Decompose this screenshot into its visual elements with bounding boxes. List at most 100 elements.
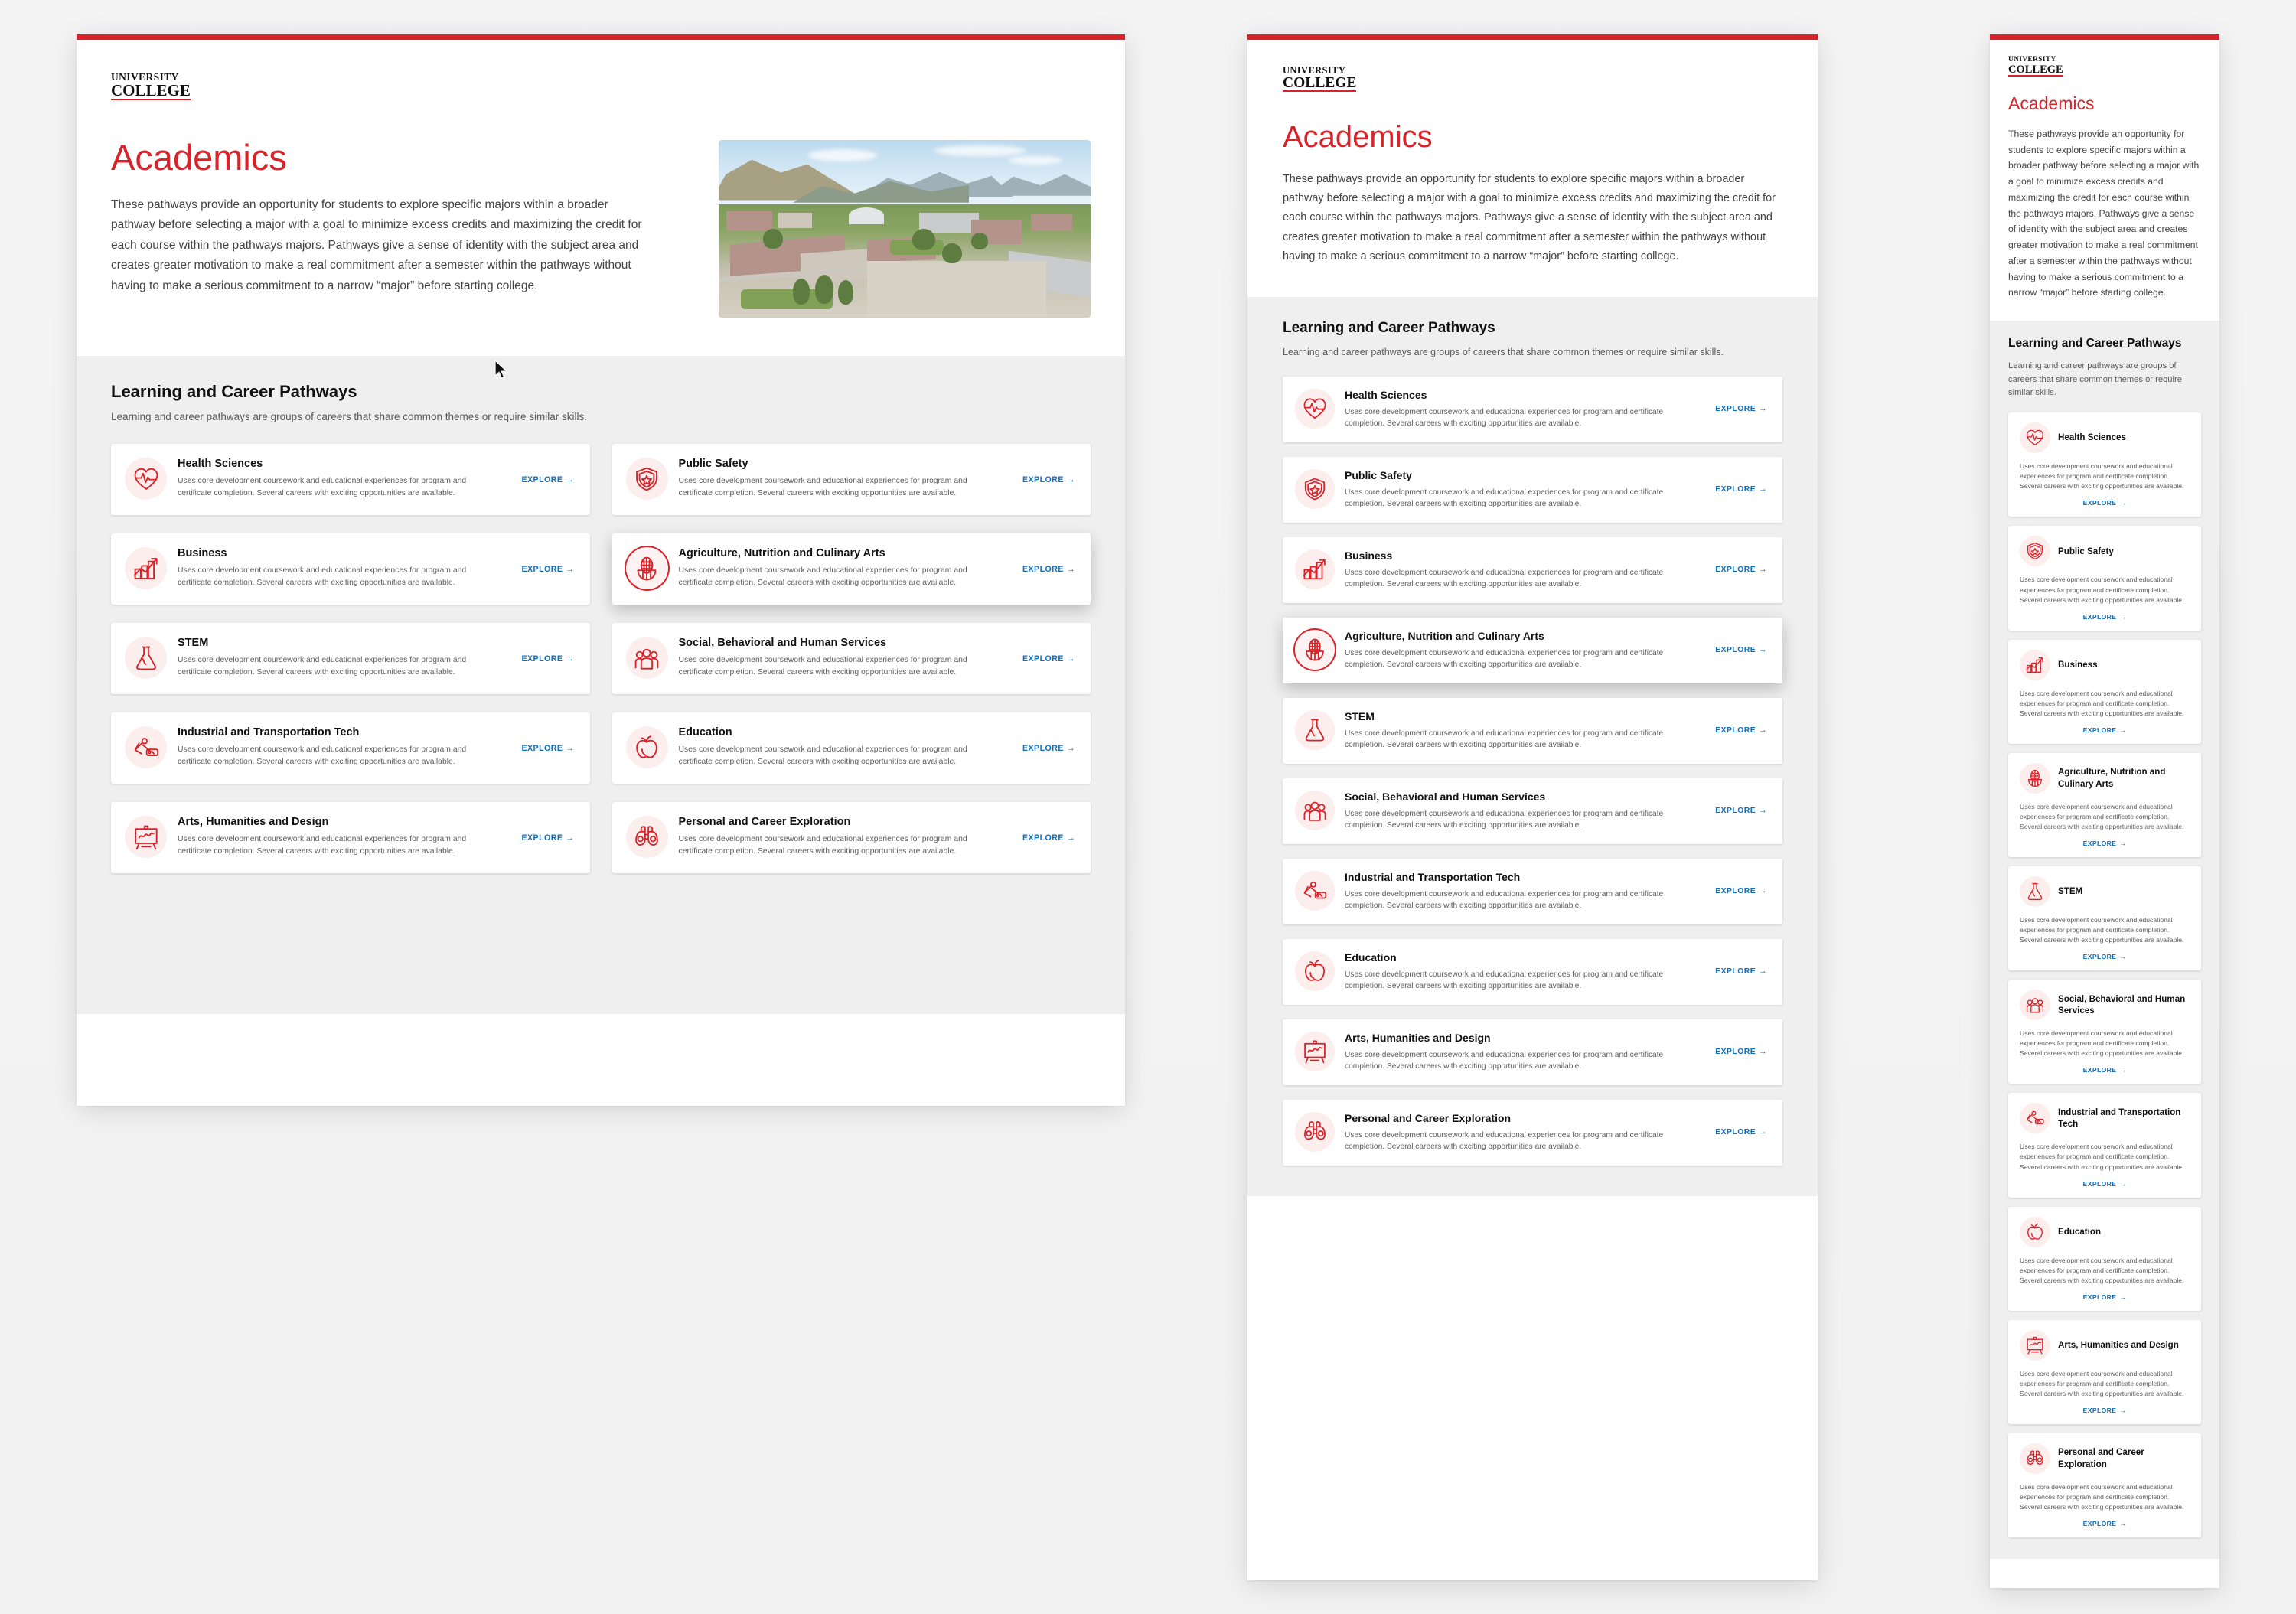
- arrow-right-icon: →: [2119, 840, 2127, 848]
- pathway-card[interactable]: Personal and Career Exploration Uses core…: [2008, 1433, 2201, 1538]
- explore-link[interactable]: EXPLORE →: [1715, 1128, 1767, 1136]
- pathway-card[interactable]: Industrial and Transportation Tech Uses c…: [1283, 858, 1782, 924]
- pathway-card-body: Industrial and Transportation Tech Uses c…: [178, 726, 501, 768]
- pathway-card[interactable]: Business Uses core development coursework…: [111, 533, 590, 605]
- explore-link[interactable]: EXPLORE →: [2083, 1520, 2127, 1528]
- desktop-page-scroll[interactable]: UNIVERSITY COLLEGE Academics These pathw…: [77, 40, 1125, 1106]
- explore-link[interactable]: EXPLORE →: [1715, 485, 1767, 494]
- explore-link[interactable]: EXPLORE →: [1022, 654, 1075, 664]
- pathway-card-body: Health Sciences Uses core development cou…: [1345, 389, 1696, 430]
- explore-link[interactable]: EXPLORE →: [2083, 1293, 2127, 1301]
- shield-star-icon-wrap: [1295, 468, 1335, 509]
- apple-icon-wrap: [1295, 950, 1335, 991]
- explore-link[interactable]: EXPLORE →: [1715, 405, 1767, 413]
- pathway-card[interactable]: STEM Uses core development coursework and…: [2008, 866, 2201, 971]
- pathway-card[interactable]: Health Sciences Uses core development cou…: [2008, 412, 2201, 517]
- pathway-card[interactable]: Health Sciences Uses core development cou…: [1283, 376, 1782, 442]
- mobile-page-scroll[interactable]: UNIVERSITY COLLEGE Academics These pathw…: [1990, 40, 2219, 1588]
- pathway-card[interactable]: STEM Uses core development coursework and…: [111, 623, 590, 694]
- pathway-card[interactable]: Social, Behavioral and Human Services Use…: [1283, 778, 1782, 844]
- pathway-card-body: Arts, Humanities and Design Uses core dev…: [178, 816, 501, 857]
- pathways-section: Learning and Career Pathways Learning an…: [1990, 321, 2219, 1560]
- pathway-card[interactable]: Arts, Humanities and Design Uses core dev…: [2008, 1319, 2201, 1424]
- tablet-page-scroll[interactable]: UNIVERSITY COLLEGE Academics These pathw…: [1247, 40, 1818, 1580]
- explore-label: EXPLORE: [1022, 654, 1064, 664]
- explore-link[interactable]: EXPLORE →: [1715, 726, 1767, 735]
- tools-icon: [134, 737, 158, 756]
- explore-link[interactable]: EXPLORE →: [2083, 499, 2127, 507]
- pathway-card[interactable]: Public Safety Uses core development cours…: [2008, 526, 2201, 631]
- pathway-description: Uses core development coursework and edu…: [1345, 729, 1664, 750]
- flask-icon: [2027, 882, 2043, 901]
- tools-icon-wrap: [125, 726, 167, 768]
- pathway-card[interactable]: Education Uses core development coursewor…: [612, 712, 1091, 784]
- corn-icon-wrap: [2020, 762, 2050, 794]
- explore-link[interactable]: EXPLORE →: [1715, 566, 1767, 574]
- arrow-right-icon: →: [2119, 499, 2127, 507]
- explore-link[interactable]: EXPLORE →: [521, 744, 574, 753]
- site-logo[interactable]: UNIVERSITY COLLEGE: [111, 72, 191, 100]
- explore-link[interactable]: EXPLORE →: [2083, 1066, 2127, 1074]
- explore-link[interactable]: EXPLORE →: [1022, 475, 1075, 484]
- pathway-description: Uses core development coursework and edu…: [178, 745, 467, 766]
- pathway-card[interactable]: Personal and Career Exploration Uses core…: [1283, 1099, 1782, 1166]
- explore-link[interactable]: EXPLORE →: [2083, 726, 2127, 734]
- heart-pulse-icon-wrap: [125, 458, 167, 500]
- pathway-card-body: Social, Behavioral and Human Services Use…: [1345, 791, 1696, 832]
- pathway-card[interactable]: Arts, Humanities and Design Uses core dev…: [1283, 1019, 1782, 1085]
- pathway-card[interactable]: Health Sciences Uses core development cou…: [111, 444, 590, 515]
- arrow-right-icon: →: [1759, 807, 1767, 816]
- bar-chart-icon-wrap: [2020, 649, 2050, 680]
- pathway-card[interactable]: STEM Uses core development coursework and…: [1283, 697, 1782, 764]
- pathway-title: Business: [2058, 659, 2098, 670]
- explore-label: EXPLORE: [521, 564, 563, 574]
- explore-link[interactable]: EXPLORE →: [1022, 744, 1075, 753]
- pathway-card[interactable]: Personal and Career Exploration Uses core…: [612, 802, 1091, 873]
- pathway-card[interactable]: Arts, Humanities and Design Uses core dev…: [111, 802, 590, 873]
- site-logo[interactable]: UNIVERSITY COLLEGE: [1283, 66, 1357, 92]
- explore-link[interactable]: EXPLORE →: [2083, 1180, 2127, 1188]
- arrow-right-icon: →: [1759, 1128, 1767, 1137]
- explore-link[interactable]: EXPLORE →: [2083, 1407, 2127, 1414]
- pathway-card[interactable]: Business Uses core development coursework…: [2008, 639, 2201, 744]
- pathway-card[interactable]: Social, Behavioral and Human Services Use…: [2008, 980, 2201, 1084]
- explore-link[interactable]: EXPLORE →: [1715, 646, 1767, 654]
- explore-link[interactable]: EXPLORE →: [2083, 840, 2127, 847]
- binoculars-icon-wrap: [2020, 1443, 2050, 1474]
- apple-icon: [636, 735, 657, 758]
- pathway-card[interactable]: Agriculture, Nutrition and Culinary Arts…: [1283, 617, 1782, 683]
- pathway-card[interactable]: Social, Behavioral and Human Services Use…: [612, 623, 1091, 694]
- site-logo[interactable]: UNIVERSITY COLLEGE: [2008, 56, 2063, 77]
- explore-link[interactable]: EXPLORE →: [1022, 833, 1075, 843]
- pathway-card[interactable]: Education Uses core development coursewor…: [1283, 938, 1782, 1005]
- pathway-title: STEM: [1345, 709, 1375, 722]
- explore-link[interactable]: EXPLORE →: [1022, 565, 1075, 574]
- explore-link[interactable]: EXPLORE →: [1715, 807, 1767, 815]
- explore-link[interactable]: EXPLORE →: [2083, 953, 2127, 960]
- pathway-card[interactable]: Business Uses core development coursework…: [1283, 536, 1782, 603]
- explore-link[interactable]: EXPLORE →: [521, 833, 574, 843]
- explore-link[interactable]: EXPLORE →: [1715, 1048, 1767, 1056]
- explore-link[interactable]: EXPLORE →: [2083, 613, 2127, 621]
- pathway-title: Business: [1345, 549, 1393, 562]
- pathway-card[interactable]: Public Safety Uses core development cours…: [612, 444, 1091, 515]
- pathways-list: Health Sciences Uses core development cou…: [1283, 376, 1782, 1166]
- intro-paragraph: These pathways provide an opportunity fo…: [1283, 173, 1776, 262]
- explore-link[interactable]: EXPLORE →: [521, 654, 574, 664]
- pathway-card[interactable]: Education Uses core development coursewor…: [2008, 1206, 2201, 1311]
- pathway-card[interactable]: Industrial and Transportation Tech Uses c…: [2008, 1093, 2201, 1198]
- heart-pulse-icon: [134, 468, 158, 490]
- explore-link[interactable]: EXPLORE →: [1715, 967, 1767, 976]
- explore-link[interactable]: EXPLORE →: [521, 475, 574, 484]
- pathway-card-head: Public Safety: [2020, 536, 2190, 567]
- explore-link[interactable]: EXPLORE →: [1715, 887, 1767, 895]
- pathway-title: Arts, Humanities and Design: [1345, 1031, 1491, 1044]
- pathway-title: Social, Behavioral and Human Services: [2058, 993, 2186, 1016]
- explore-link[interactable]: EXPLORE →: [521, 565, 574, 574]
- pathway-card[interactable]: Agriculture, Nutrition and Culinary Arts…: [2008, 752, 2201, 858]
- arrow-right-icon: →: [1759, 566, 1767, 575]
- pathway-card[interactable]: Public Safety Uses core development cours…: [1283, 456, 1782, 523]
- pathway-card[interactable]: Industrial and Transportation Tech Uses c…: [111, 712, 590, 784]
- pathway-description: Uses core development coursework and edu…: [1345, 970, 1664, 991]
- pathway-card[interactable]: Agriculture, Nutrition and Culinary Arts…: [612, 533, 1091, 605]
